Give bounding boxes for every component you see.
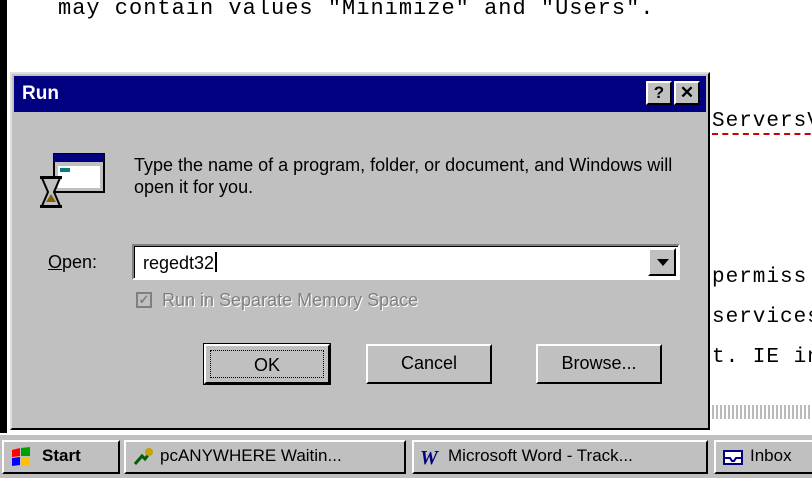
separate-memory-label: Run in Separate Memory Space <box>162 290 419 310</box>
open-input-value: regedt32 <box>143 253 215 273</box>
open-label-mnemonic: O <box>48 252 63 272</box>
run-dialog: Run ? ✕ Type the name of a program, fold… <box>10 72 710 430</box>
cancel-button[interactable]: Cancel <box>366 344 492 384</box>
word-icon: W <box>420 447 439 468</box>
help-button[interactable]: ? <box>646 81 672 105</box>
document-left-border <box>0 0 7 433</box>
dropdown-arrow-button[interactable] <box>648 248 676 276</box>
ok-button[interactable]: OK <box>203 343 331 385</box>
document-fragment-permiss: permiss <box>712 266 808 289</box>
open-input[interactable]: regedt32 <box>143 252 218 274</box>
open-label-text: pen: <box>62 252 98 272</box>
dialog-title: Run <box>22 83 59 104</box>
document-fragment-ie: t. IE into <box>712 346 812 369</box>
taskbar-item-label: Microsoft Word - Track... <box>448 446 633 465</box>
taskbar-item-label: Inbox <box>750 446 792 465</box>
taskbar-item-inbox[interactable]: Inbox <box>714 440 812 474</box>
text-caret <box>215 252 218 272</box>
taskbar-item-label: pcANYWHERE Waitin... <box>160 446 342 465</box>
run-program-icon <box>40 153 105 208</box>
svg-text:W: W <box>420 447 439 468</box>
open-label: Open: <box>48 252 97 273</box>
pcanywhere-icon <box>133 448 153 465</box>
close-button[interactable]: ✕ <box>674 81 700 105</box>
document-text-line: may contain values "Minimize" and "Users… <box>58 0 655 21</box>
separate-memory-checkbox: ✓ <box>136 292 152 308</box>
open-combobox[interactable]: regedt32 <box>132 244 680 280</box>
windows-logo-icon <box>12 447 30 466</box>
document-hatch-divider <box>712 405 812 419</box>
run-dialog-titlebar[interactable]: Run ? ✕ <box>14 76 706 112</box>
open-combobox-field[interactable]: regedt32 <box>134 246 678 278</box>
taskbar-item-word[interactable]: W Microsoft Word - Track... <box>412 440 708 474</box>
document-fragment-services: services <box>712 306 812 329</box>
inbox-icon <box>723 450 743 465</box>
taskbar-item-pcanywhere[interactable]: pcANYWHERE Waitin... <box>124 440 406 474</box>
start-button[interactable]: Start <box>2 440 120 474</box>
document-fragment-servers: ServersV <box>712 110 812 135</box>
ok-button-label: OK <box>210 350 324 378</box>
start-label: Start <box>42 446 81 465</box>
browse-button[interactable]: Browse... <box>536 344 662 384</box>
taskbar: Start pcANYWHERE Waitin... W Microsoft W… <box>0 433 812 478</box>
dialog-description: Type the name of a program, folder, or d… <box>134 155 673 197</box>
